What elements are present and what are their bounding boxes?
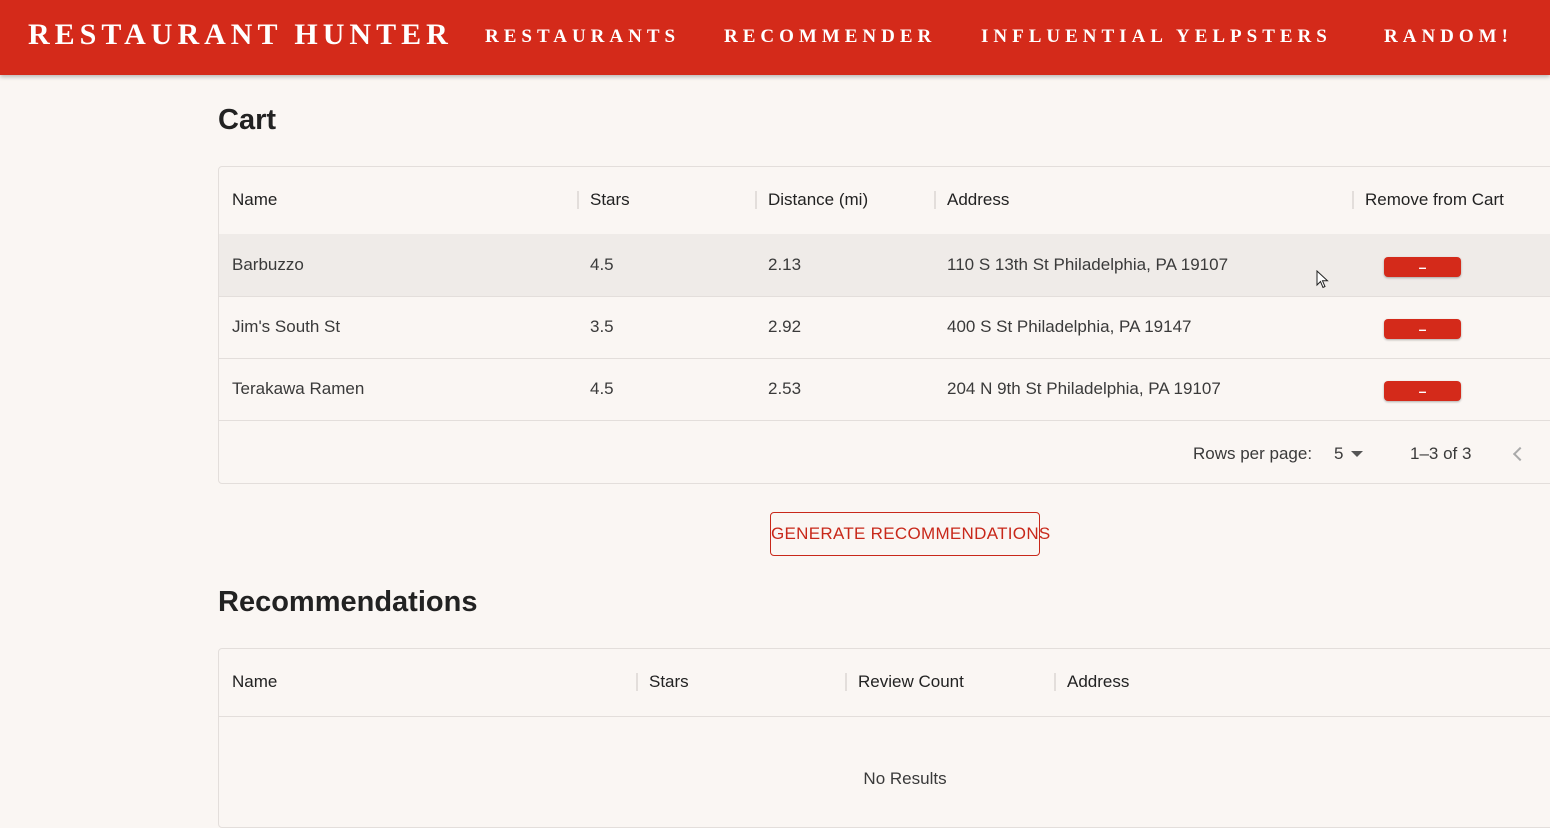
column-separator[interactable] <box>577 191 579 209</box>
remove-from-cart-button[interactable]: – <box>1384 257 1461 277</box>
nav-restaurants[interactable]: RESTAURANTS <box>485 26 680 48</box>
nav-random[interactable]: RANDOM! <box>1384 26 1513 48</box>
recommendations-title: Recommendations <box>218 586 478 618</box>
top-navbar: RESTAURANT HUNTER RESTAURANTS RECOMMENDE… <box>0 0 1550 75</box>
cell-stars: 3.5 <box>590 317 614 336</box>
column-separator[interactable] <box>934 191 936 209</box>
recommendations-table: Name Stars Review Count Address No Resul… <box>218 648 1550 828</box>
cell-stars: 4.5 <box>590 379 614 398</box>
cart-title: Cart <box>218 104 277 136</box>
brand-logo[interactable]: RESTAURANT HUNTER <box>28 18 453 52</box>
rec-col-name[interactable]: Name <box>232 672 277 692</box>
cell-address: 400 S St Philadelphia, PA 19147 <box>947 317 1192 336</box>
cell-distance: 2.13 <box>768 255 802 274</box>
cell-address: 110 S 13th St Philadelphia, PA 19107 <box>947 255 1229 274</box>
no-results-message: No Results <box>863 769 947 788</box>
nav-influential-yelpsters[interactable]: INFLUENTIAL YELPSTERS <box>981 26 1332 48</box>
column-separator[interactable] <box>755 191 757 209</box>
rec-col-stars[interactable]: Stars <box>649 672 689 692</box>
cell-distance: 2.53 <box>768 379 802 398</box>
column-separator[interactable] <box>1054 673 1056 691</box>
table-row[interactable]: Barbuzzo 4.5 2.13 110 S 13th St Philadel… <box>219 234 1550 297</box>
remove-from-cart-button[interactable]: – <box>1384 319 1461 339</box>
remove-from-cart-button[interactable]: – <box>1384 381 1461 401</box>
cell-name: Jim's South St <box>232 317 341 336</box>
cell-distance: 2.92 <box>768 317 802 336</box>
cart-col-remove[interactable]: Remove from Cart <box>1365 190 1504 210</box>
cart-col-stars[interactable]: Stars <box>590 190 630 210</box>
cart-header-row: Name Stars Distance (mi) Address Remove … <box>219 167 1550 235</box>
cell-stars: 4.5 <box>590 255 614 274</box>
nav-recommender[interactable]: RECOMMENDER <box>724 26 936 48</box>
pagination-range: 1–3 of 3 <box>1410 444 1472 463</box>
recommendations-header-row: Name Stars Review Count Address <box>219 649 1550 717</box>
cell-name: Barbuzzo <box>232 255 304 274</box>
cart-col-distance[interactable]: Distance (mi) <box>768 190 868 210</box>
rows-per-page-select[interactable]: 5 <box>1334 444 1343 464</box>
rec-col-address[interactable]: Address <box>1067 672 1129 692</box>
chevron-left-icon[interactable] <box>1512 446 1528 462</box>
mouse-cursor-icon <box>1316 270 1329 289</box>
rec-col-review-count[interactable]: Review Count <box>858 672 964 692</box>
rows-per-page-label: Rows per page: <box>1193 444 1313 463</box>
generate-recommendations-button[interactable]: GENERATE RECOMMENDATIONS <box>770 512 1050 556</box>
cart-table: Name Stars Distance (mi) Address Remove … <box>218 166 1550 484</box>
table-row[interactable]: Terakawa Ramen 4.5 2.53 204 N 9th St Phi… <box>219 358 1550 421</box>
cart-col-address[interactable]: Address <box>947 190 1009 210</box>
cell-name: Terakawa Ramen <box>232 379 365 398</box>
table-row[interactable]: Jim's South St 3.5 2.92 400 S St Philade… <box>219 296 1550 359</box>
column-separator[interactable] <box>1352 191 1354 209</box>
column-separator[interactable] <box>636 673 638 691</box>
caret-down-icon[interactable] <box>1351 451 1363 457</box>
cell-address: 204 N 9th St Philadelphia, PA 19107 <box>947 379 1221 398</box>
column-separator[interactable] <box>845 673 847 691</box>
cart-col-name[interactable]: Name <box>232 190 277 210</box>
